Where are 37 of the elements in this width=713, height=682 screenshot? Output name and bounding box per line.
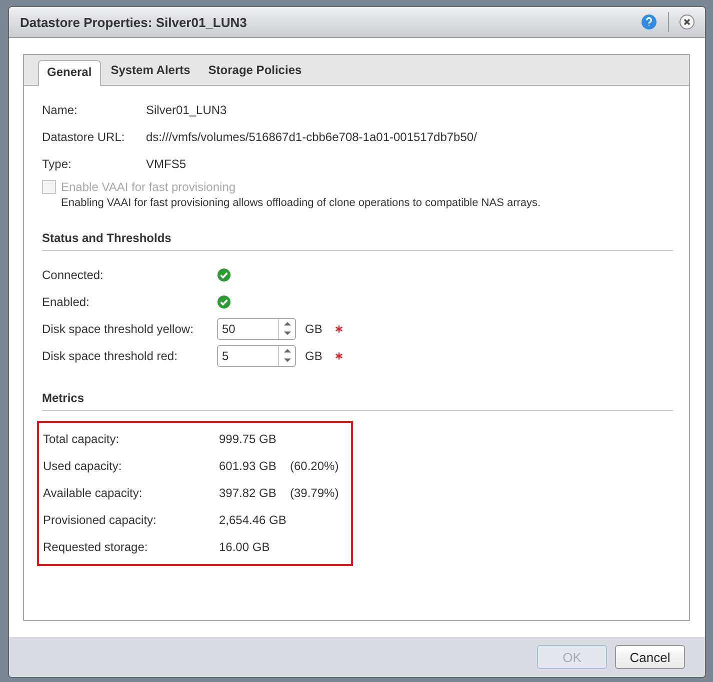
field-value: ds:///vmfs/volumes/516867d1-cbb6e708-1a01-001517db7b50/ xyxy=(146,130,477,144)
close-icon[interactable] xyxy=(679,14,695,30)
metric-percent: (60.20%) xyxy=(290,458,339,472)
checkbox-label: Enable VAAI for fast provisioning xyxy=(61,180,236,194)
field-label: Name: xyxy=(42,102,78,116)
metric-value: 2,654.46 GB xyxy=(219,512,288,526)
help-icon[interactable] xyxy=(641,14,657,30)
field-label: Type: xyxy=(42,156,72,170)
metric-value: 999.75 GB xyxy=(219,432,278,446)
field-label: Disk space threshold yellow: xyxy=(42,322,194,336)
number-spinner[interactable]: 5 xyxy=(217,344,296,366)
description-text: Enabling VAAI for fast provisioning allows offloading of clone operations to compatible NAS arrays. xyxy=(61,197,542,209)
tab[interactable]: System Alerts xyxy=(102,61,198,85)
window-title: Datastore Properties: Silver01_LUN3 xyxy=(20,14,248,30)
metric-value: 397.82 GB xyxy=(219,486,278,500)
field-value: VMFS5 xyxy=(146,156,186,170)
number-spinner[interactable]: 50 xyxy=(217,318,296,340)
unit-label: GB xyxy=(305,322,322,336)
metric-label: Total capacity: xyxy=(43,432,120,446)
field-label: Enabled: xyxy=(42,294,90,308)
metric-value: 16.00 GB xyxy=(219,540,271,554)
metric-label: Provisioned capacity: xyxy=(43,512,158,526)
field-label: Datastore URL: xyxy=(42,130,126,144)
field-value: Silver01_LUN3 xyxy=(146,102,227,116)
metric-label: Used capacity: xyxy=(43,458,123,472)
metric-label: Requested storage: xyxy=(43,540,149,554)
metric-value: 601.93 GB xyxy=(219,458,278,472)
unit-label: GB xyxy=(305,348,322,362)
cancel-button[interactable]: Cancel xyxy=(615,645,685,669)
field-label: Connected: xyxy=(42,268,104,282)
section-heading: Metrics xyxy=(42,391,673,411)
tab[interactable]: General xyxy=(38,60,101,86)
section-heading: Status and Thresholds xyxy=(42,231,673,251)
metric-label: Available capacity: xyxy=(43,486,144,500)
metric-percent: (39.79%) xyxy=(290,486,339,500)
field-label: Disk space threshold red: xyxy=(42,348,178,362)
tab[interactable]: Storage Policies xyxy=(200,61,310,85)
